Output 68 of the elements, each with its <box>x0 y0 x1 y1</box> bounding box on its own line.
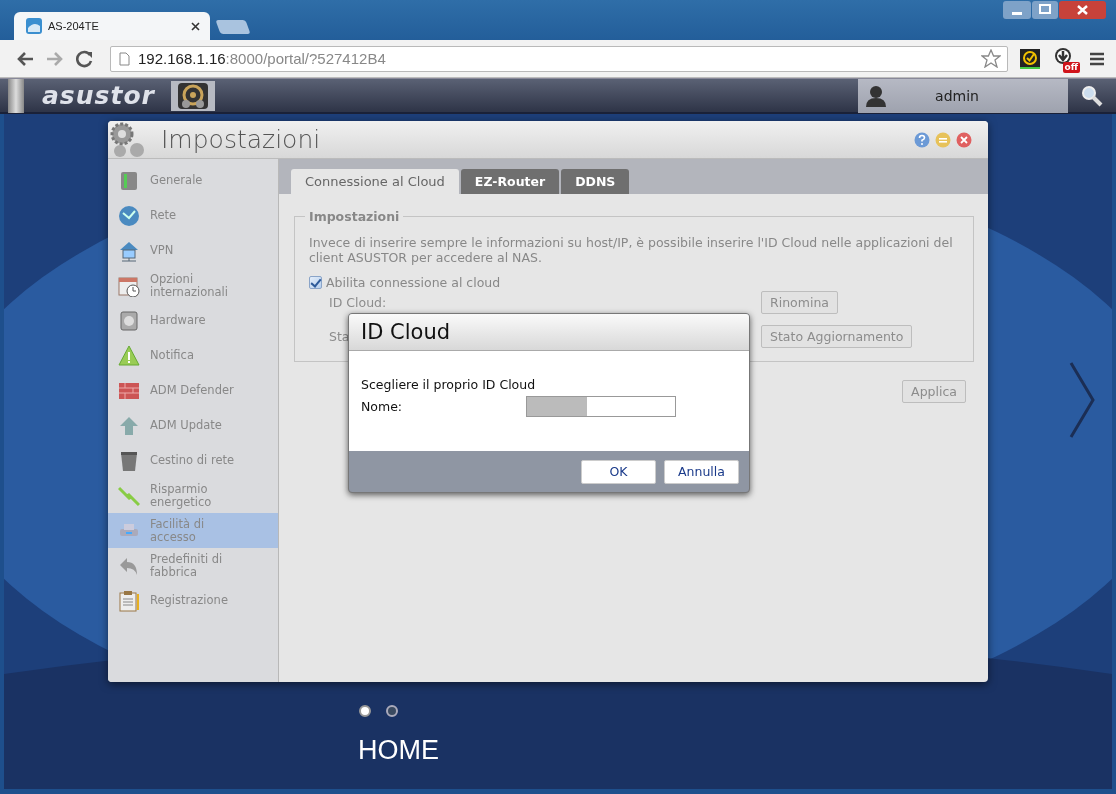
url-text: 192.168.1.16:8000/portal/?527412B4 <box>138 50 386 67</box>
rename-button[interactable]: Rinomina <box>761 290 838 314</box>
setting-category-icon <box>118 484 140 507</box>
ok-button[interactable]: OK <box>581 459 656 484</box>
new-tab-button[interactable] <box>215 20 251 34</box>
field-label: Nome: <box>361 399 404 414</box>
search-icon <box>1081 84 1103 107</box>
enable-checkbox[interactable]: Abilita connessione al cloud <box>309 275 959 290</box>
checkmark-extension-icon[interactable] <box>1020 48 1040 69</box>
checkbox[interactable] <box>309 276 322 289</box>
star-icon[interactable] <box>981 49 1001 68</box>
settings-app-icon[interactable] <box>170 80 215 111</box>
tab[interactable]: EZ-Router <box>460 169 560 194</box>
sidebar-item[interactable]: ADM Defender <box>108 373 278 408</box>
help-icon[interactable] <box>914 131 930 148</box>
status-badge: off <box>1062 61 1080 73</box>
maximize-icon[interactable] <box>1032 1 1058 19</box>
apply-button[interactable]: Applica <box>902 380 966 403</box>
sidebar-item[interactable]: Generale <box>108 163 278 198</box>
sidebar-item[interactable]: ADM Update <box>108 408 278 443</box>
tab[interactable]: DDNS <box>561 169 630 194</box>
back-icon[interactable] <box>16 50 34 67</box>
user-menu[interactable]: admin <box>858 78 1068 113</box>
sidebar-item[interactable]: Opzioni internazionali <box>108 268 278 303</box>
browser-tab[interactable]: AS-204TE <box>14 12 210 40</box>
minimize-icon[interactable] <box>1003 1 1031 19</box>
address-bar[interactable]: 192.168.1.16:8000/portal/?527412B4 <box>110 45 1008 72</box>
logo-text: asustor <box>42 81 155 110</box>
sidebar-item[interactable]: Risparmio energetico <box>108 478 278 513</box>
setting-category-icon <box>118 589 140 612</box>
setting-category-icon <box>118 239 140 262</box>
field-label: ID Cloud: <box>329 294 387 310</box>
reload-icon[interactable] <box>76 49 94 68</box>
description-text: Invece di inserire sempre le informazioni su host/IP, è possibile inserire l'ID Cloud nelle applicazioni del client ASUSTOR per accedere al NAS. <box>309 235 954 265</box>
window-title: Impostazioni <box>161 125 321 154</box>
setting-category-icon <box>118 204 140 227</box>
sidebar-item[interactable]: VPN <box>108 233 278 268</box>
dialog-title: ID Cloud <box>349 314 749 351</box>
sidebar-item[interactable]: Facilità di accesso <box>108 513 278 548</box>
tab-title: AS-204TE <box>48 20 100 32</box>
sidebar-item[interactable]: Predefiniti di fabbrica <box>108 548 278 583</box>
setting-category-icon <box>118 344 140 367</box>
bar-handle <box>8 78 24 113</box>
setting-category-icon <box>118 169 140 192</box>
sidebar-item[interactable]: Notifica <box>108 338 278 373</box>
gears-icon <box>110 121 146 158</box>
download-extension-icon[interactable]: off <box>1052 46 1078 71</box>
cancel-button[interactable]: Annulla <box>664 459 739 484</box>
sidebar-item[interactable]: Cestino di rete <box>108 443 278 478</box>
prompt-text: Scegliere il proprio ID Cloud <box>361 377 537 392</box>
name-field[interactable] <box>526 396 676 417</box>
close-icon[interactable] <box>1059 1 1106 19</box>
page-title: HOME <box>358 735 439 766</box>
sidebar-item[interactable]: Rete <box>108 198 278 233</box>
user-icon <box>866 84 886 107</box>
tab[interactable]: Connessione al Cloud <box>291 169 459 194</box>
close-icon[interactable] <box>191 21 200 31</box>
app-icon <box>26 18 42 34</box>
setting-category-icon <box>118 414 140 437</box>
page-icon <box>119 51 130 66</box>
sidebar-item[interactable]: Registrazione <box>108 583 278 618</box>
sidebar-item[interactable]: Hardware <box>108 303 278 338</box>
group-title: Impostazioni <box>305 209 404 224</box>
update-status-button[interactable]: Stato Aggiornamento <box>761 324 913 348</box>
setting-category-icon <box>118 449 140 472</box>
menu-icon[interactable] <box>1090 51 1104 66</box>
setting-category-icon <box>118 309 140 332</box>
setting-category-icon <box>118 274 140 297</box>
